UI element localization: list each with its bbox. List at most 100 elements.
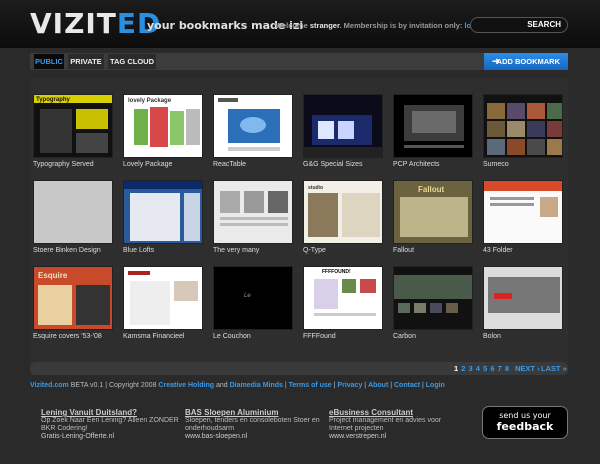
bookmark-thumbnail[interactable]: Le (213, 266, 293, 330)
page-link[interactable]: 8 (505, 364, 509, 373)
bookmark-title[interactable]: Fallout (393, 247, 473, 254)
page-link[interactable]: 6 (490, 364, 494, 373)
feedback-line1: send us your (499, 411, 551, 420)
page-link[interactable]: 7 (498, 364, 502, 373)
bookmark-title[interactable]: Esquire covers '53-'08 (33, 333, 113, 340)
feedback-button[interactable]: send us your feedback (482, 406, 568, 439)
bookmark-thumbnail[interactable] (303, 94, 383, 158)
tab-tag-cloud[interactable]: TAG CLOUD (108, 54, 156, 69)
bookmark-thumbnail[interactable] (483, 266, 563, 330)
bookmark-thumbnail[interactable] (123, 180, 203, 244)
page-link[interactable]: 4 (476, 364, 480, 373)
bookmark-thumbnail[interactable] (33, 180, 113, 244)
page-link[interactable]: 3 (469, 364, 473, 373)
bookmark-thumbnail[interactable]: Typography (33, 94, 113, 158)
bookmark-card[interactable]: Carbon (393, 266, 473, 340)
ad-url[interactable]: www.verstrepen.nl (329, 433, 441, 441)
bookmark-title[interactable]: G&G Special Sizes (303, 161, 383, 168)
bookmark-title[interactable]: FFFFound (303, 333, 383, 340)
last-page-link[interactable]: LAST » (541, 362, 567, 375)
bookmark-card[interactable]: FFFFOUND! FFFFound (303, 266, 383, 340)
bookmark-card[interactable]: Kamsma Financieel (123, 266, 203, 340)
ad-title[interactable]: eBusiness Consultant (329, 409, 441, 417)
bookmark-thumbnail[interactable] (393, 266, 473, 330)
bookmark-thumbnail[interactable]: FFFFOUND! (303, 266, 383, 330)
bookmark-title[interactable]: Lovely Package (123, 161, 203, 168)
bookmark-title[interactable]: PCP Architects (393, 161, 473, 168)
header-bar: VIZITED your bookmarks made izi Welcome … (0, 0, 600, 48)
bookmark-card[interactable]: PCP Architects (393, 94, 473, 168)
ad-url[interactable]: www.bas-sloepen.nl (185, 433, 320, 441)
bookmark-thumbnail[interactable]: lovely Package (123, 94, 203, 158)
bookmark-card[interactable]: Blue Lofts (123, 180, 203, 254)
bookmark-card[interactable]: 43 Folder (483, 180, 563, 254)
search-button[interactable]: SEARCH (527, 20, 561, 29)
terms-link[interactable]: Terms of use (289, 382, 332, 389)
bookmark-title[interactable]: The very many (213, 247, 293, 254)
bookmark-card[interactable]: Sumeco (483, 94, 563, 168)
bookmark-title[interactable]: Sumeco (483, 161, 563, 168)
bookmark-title[interactable]: Bolon (483, 333, 563, 340)
next-page-link[interactable]: NEXT › (515, 362, 540, 375)
ad-block[interactable]: Lening Vanuit Duitsland? Op Zoek Naar Ee… (41, 409, 179, 441)
bookmark-card[interactable]: Fallout Fallout (393, 180, 473, 254)
bookmark-title[interactable]: 43 Folder (483, 247, 563, 254)
feedback-line2: feedback (496, 420, 554, 433)
username: stranger (309, 21, 340, 30)
bookmark-card[interactable]: Bolon (483, 266, 563, 340)
bookmark-thumbnail[interactable]: studio (303, 180, 383, 244)
welcome-mid: . Membership is by invitation only: (339, 21, 465, 30)
bookmark-card[interactable]: G&G Special Sizes (303, 94, 383, 168)
bookmark-card[interactable]: Esquire Esquire covers '53-'08 (33, 266, 113, 340)
bookmark-thumbnail[interactable]: Fallout (393, 180, 473, 244)
page-link[interactable]: 1 (454, 364, 458, 373)
bookmark-thumbnail[interactable] (393, 94, 473, 158)
bookmark-title[interactable]: Stoere Binken Design (33, 247, 113, 254)
bookmark-title[interactable]: Blue Lofts (123, 247, 203, 254)
bookmark-title[interactable]: Le Couchon (213, 333, 293, 340)
bookmark-title[interactable]: Q-Type (303, 247, 383, 254)
bookmark-thumbnail[interactable] (213, 180, 293, 244)
creative-holding-link[interactable]: Creative Holding (158, 382, 214, 389)
bookmark-title[interactable]: Carbon (393, 333, 473, 340)
page-link[interactable]: 5 (483, 364, 487, 373)
bookmark-title[interactable]: Kamsma Financieel (123, 333, 203, 340)
bookmark-thumbnail[interactable] (483, 94, 563, 158)
ad-text: Project management en advies voor (329, 417, 442, 424)
tab-private[interactable]: PRIVATE (68, 54, 104, 69)
bookmark-card[interactable]: Stoere Binken Design (33, 180, 113, 254)
diamedia-link[interactable]: Diamedia Minds (230, 382, 283, 389)
bookmark-thumbnail[interactable] (483, 180, 563, 244)
tab-bar: PUBLIC PRIVATE TAG CLOUD ➜ ADD BOOKMARK (30, 53, 568, 70)
contact-link[interactable]: Contact (394, 382, 420, 389)
ad-block[interactable]: BAS Sloepen Aluminium Sloepen, tenders e… (185, 409, 320, 441)
bookmark-thumbnail[interactable] (213, 94, 293, 158)
ad-title[interactable]: BAS Sloepen Aluminium (185, 409, 320, 417)
bookmark-card[interactable]: The very many (213, 180, 293, 254)
bookmark-title[interactable]: ReacTable (213, 161, 293, 168)
bookmark-card[interactable]: Typography Typography Served (33, 94, 113, 168)
site-link[interactable]: Vizited.com (30, 382, 69, 389)
bookmark-card[interactable]: studio Q-Type (303, 180, 383, 254)
about-link[interactable]: About (368, 382, 388, 389)
logo-text-white: VIZIT (30, 7, 117, 40)
site-logo[interactable]: VIZITED (30, 10, 161, 38)
ad-block[interactable]: eBusiness Consultant Project management … (329, 409, 441, 441)
ad-text: Sloepen, tenders en consoleboten Stoer e… (185, 417, 320, 424)
tab-public[interactable]: PUBLIC (34, 54, 64, 69)
bookmark-card[interactable]: ReacTable (213, 94, 293, 168)
footer-login-link[interactable]: Login (426, 382, 445, 389)
bookmark-card[interactable]: lovely Package Lovely Package (123, 94, 203, 168)
search-input[interactable]: SEARCH (470, 17, 568, 33)
bookmark-card[interactable]: Le Le Couchon (213, 266, 293, 340)
ad-title[interactable]: Lening Vanuit Duitsland? (41, 409, 179, 417)
bookmark-thumbnail[interactable] (123, 266, 203, 330)
bookmark-thumbnail[interactable]: Esquire (33, 266, 113, 330)
privacy-link[interactable]: Privacy (337, 382, 362, 389)
add-bookmark-button[interactable]: ➜ ADD BOOKMARK (484, 53, 568, 70)
footer-links: Vizited.com BETA v0.1 | Copyright 2008 C… (30, 382, 445, 389)
page-link[interactable]: 2 (461, 364, 465, 373)
footer-text: and (214, 382, 230, 389)
ad-url[interactable]: Gratis-Lening-Offerte.nl (41, 433, 179, 441)
bookmark-title[interactable]: Typography Served (33, 161, 113, 168)
